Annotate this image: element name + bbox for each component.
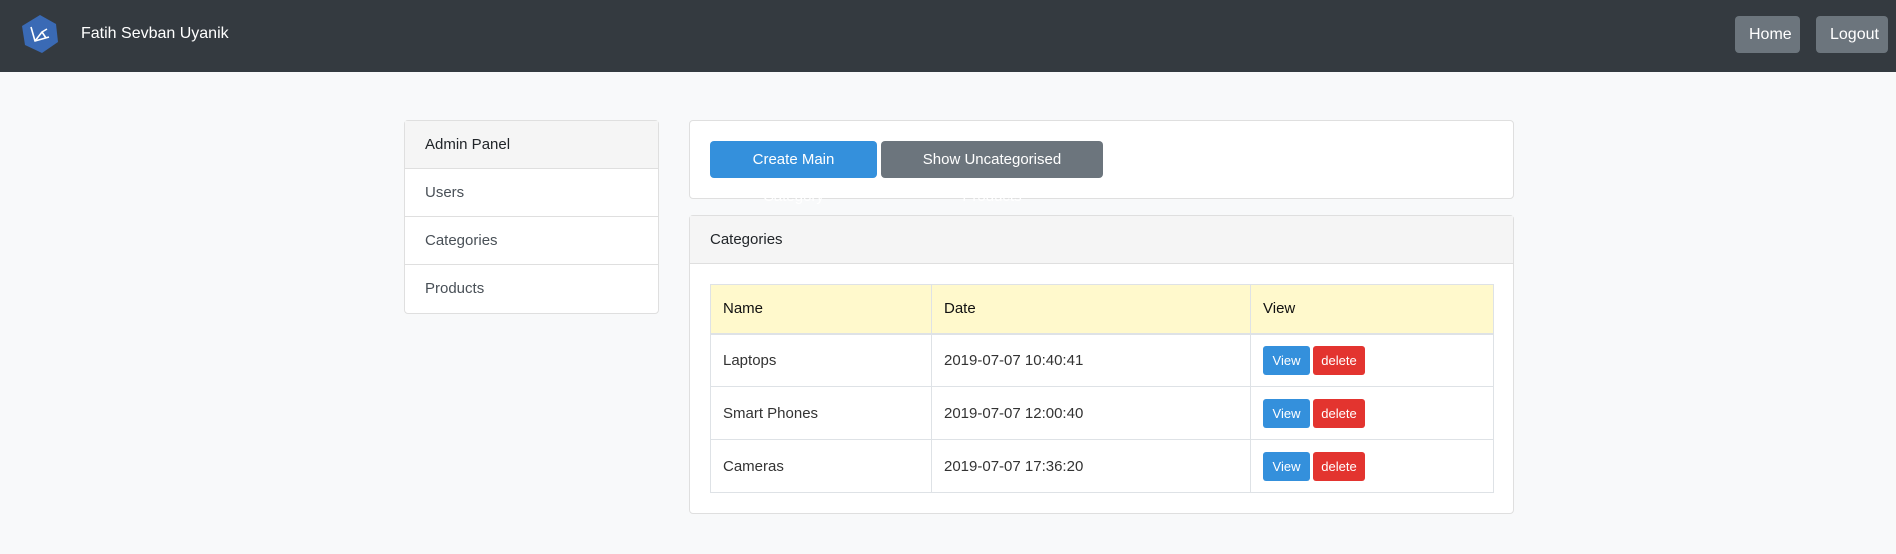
view-button[interactable]: View	[1263, 398, 1310, 428]
table-header-row: Name Date View	[710, 284, 1494, 335]
column-header-name: Name	[710, 284, 932, 335]
admin-sidebar: Admin Panel Users Categories Products	[404, 120, 659, 314]
categories-card: Categories Name Date View Laptops 2019-0…	[689, 215, 1514, 514]
view-button[interactable]: View	[1263, 345, 1310, 375]
sidebar-item-products[interactable]: Products	[405, 265, 658, 313]
category-name: Smart Phones	[710, 386, 932, 440]
category-actions: View delete	[1250, 386, 1494, 440]
table-row: Laptops 2019-07-07 10:40:41 View delete	[710, 333, 1494, 387]
sidebar-item-categories[interactable]: Categories	[405, 217, 658, 265]
column-header-date: Date	[931, 284, 1251, 335]
category-date: 2019-07-07 10:40:41	[931, 333, 1251, 387]
categories-table: Name Date View Laptops 2019-07-07 10:40:…	[710, 284, 1494, 493]
view-button[interactable]: View	[1263, 451, 1310, 481]
top-navbar: Fatih Sevban Uyanik Home Logout	[0, 0, 1896, 72]
laravel-logo-icon[interactable]	[20, 14, 60, 54]
create-main-category-button[interactable]: Create Main Category	[710, 141, 877, 205]
home-button[interactable]: Home	[1735, 16, 1800, 53]
logout-button[interactable]: Logout	[1816, 16, 1888, 53]
column-header-view: View	[1250, 284, 1494, 335]
delete-button[interactable]: delete	[1313, 398, 1365, 428]
category-date: 2019-07-07 17:36:20	[931, 439, 1251, 493]
category-name: Cameras	[710, 439, 932, 493]
show-uncategorised-products-button[interactable]: Show Uncategorised Products	[881, 141, 1103, 205]
category-name: Laptops	[710, 333, 932, 387]
sidebar-heading: Admin Panel	[405, 121, 658, 169]
delete-button[interactable]: delete	[1313, 345, 1365, 375]
sidebar-item-users[interactable]: Users	[405, 169, 658, 217]
table-row: Smart Phones 2019-07-07 12:00:40 View del…	[710, 386, 1494, 440]
delete-button[interactable]: delete	[1313, 451, 1365, 481]
category-date: 2019-07-07 12:00:40	[931, 386, 1251, 440]
category-actions: View delete	[1250, 439, 1494, 493]
category-actions: View delete	[1250, 333, 1494, 387]
actions-card: Create Main Category Show Uncategorised …	[689, 120, 1514, 205]
table-row: Cameras 2019-07-07 17:36:20 View delete	[710, 439, 1494, 493]
brand-name[interactable]: Fatih Sevban Uyanik	[81, 25, 229, 43]
categories-card-heading: Categories	[690, 216, 1513, 264]
